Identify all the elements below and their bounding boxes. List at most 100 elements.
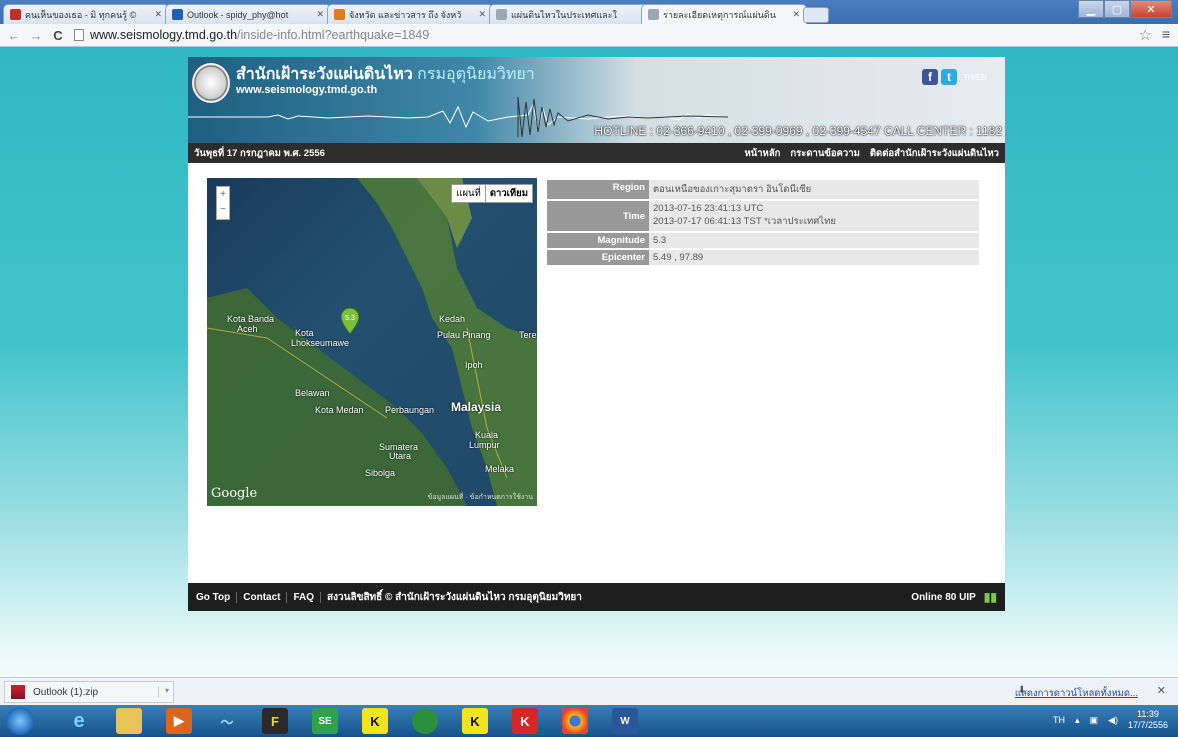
map-label: Aceh <box>237 324 258 334</box>
map-zoom-control[interactable]: + − <box>216 186 230 220</box>
seismic-app-icon[interactable]: 〜 <box>214 708 240 734</box>
chrome-menu-icon[interactable]: ≡ <box>1162 26 1170 42</box>
close-download-shelf-icon[interactable]: ✕ <box>1157 684 1166 697</box>
chrome-icon[interactable] <box>562 708 588 734</box>
system-tray: TH ▴ ▣ ◀) 11:39 17/7/2556 <box>1053 709 1168 731</box>
map-type-satellite-button[interactable]: ดาวเทียม <box>484 185 532 202</box>
show-all-downloads-link[interactable]: แสดงการดาวน์โหลดทั้งหมด... <box>1015 686 1138 701</box>
main-content: + − แผนที่ ดาวเทียม 5.3 Kota Banda Aceh K… <box>188 163 1005 583</box>
detail-label: Region <box>547 180 649 199</box>
map-label-country: Malaysia <box>451 400 502 414</box>
clock-time: 11:39 <box>1137 709 1159 719</box>
stats-icon[interactable]: ▮▮ <box>984 590 997 604</box>
seismograph-icon <box>496 9 507 20</box>
se-app-icon[interactable]: SE <box>312 708 338 734</box>
hotline-text: HOTLINE : 02-366-9410 , 02-399-0969 , 02… <box>594 124 1002 138</box>
map-label: Perbaungan <box>385 405 435 415</box>
map-label: Utara <box>389 451 412 461</box>
url-path: /inside-info.html?earthquake=1849 <box>237 28 430 42</box>
tab-5-active[interactable]: รายละเอียดเหตุการณ์แผ่นดิน ✕ <box>641 4 807 24</box>
internet-explorer-icon[interactable]: e <box>66 708 92 734</box>
browser-toolbar: ← → C www.seismology.tmd.go.th/inside-in… <box>0 24 1178 47</box>
detail-value: 5.49 , 97.89 <box>649 250 979 265</box>
tab-favicon-icon <box>334 9 345 20</box>
clock[interactable]: 11:39 17/7/2556 <box>1128 709 1168 731</box>
new-tab-button[interactable] <box>803 7 829 23</box>
seismograph-icon <box>648 9 659 20</box>
tab-close-icon[interactable]: ✕ <box>154 9 162 20</box>
footer-go-top-link[interactable]: Go Top <box>196 591 238 603</box>
word-icon[interactable]: W <box>612 708 638 734</box>
download-menu-icon[interactable]: ▾ <box>158 686 169 698</box>
reload-icon[interactable]: C <box>50 28 66 43</box>
download-item[interactable]: Outlook (1).zip ▾ <box>4 681 174 703</box>
detail-value: ตอนเหนือของเกาะสุมาตรา อินโดนีเซีย <box>649 180 979 199</box>
file-explorer-icon[interactable] <box>116 708 142 734</box>
url-host: www.seismology.tmd.go.th <box>90 28 238 42</box>
input-language[interactable]: TH <box>1053 715 1065 725</box>
department-name: กรมอุตุนิยมวิทยา <box>417 66 535 83</box>
map-terms[interactable]: ข้อมูลแผนที่ · ข้อกำหนดการใช้งาน <box>428 492 533 503</box>
media-player-icon[interactable]: ▶ <box>166 708 192 734</box>
tab-title: คนเห็นของเธอ - มิ ทุกคนรู้ © <box>25 9 137 20</box>
tab-3[interactable]: จังหวัด และข่าวสาร ถึง จังหวั ✕ <box>327 4 493 24</box>
bookmark-star-icon[interactable]: ☆ <box>1139 26 1152 44</box>
tab-title: แผ่นดินไหวในประเทศและใ <box>511 9 617 20</box>
start-button[interactable] <box>6 707 34 735</box>
detail-row-magnitude: Magnitude 5.3 <box>547 233 979 248</box>
tab-close-icon[interactable]: ✕ <box>316 9 324 20</box>
map-label: Belawan <box>295 388 330 398</box>
maximize-button[interactable]: ▢ <box>1104 0 1130 18</box>
address-bar[interactable]: www.seismology.tmd.go.th/inside-info.htm… <box>74 28 429 42</box>
tab-title: Outlook - spidy_phy@hot <box>187 9 289 20</box>
tab-close-icon[interactable]: ✕ <box>478 9 486 20</box>
back-icon[interactable]: ← <box>6 28 22 43</box>
google-logo[interactable]: Google <box>211 486 257 501</box>
k-app-icon[interactable]: K <box>362 708 388 734</box>
tab-title: รายละเอียดเหตุการณ์แผ่นดิน <box>663 9 776 20</box>
twitter-icon[interactable]: t <box>941 69 957 85</box>
app-icon[interactable]: F <box>262 708 288 734</box>
social-links: f t <box>922 69 957 85</box>
detail-label: Magnitude <box>547 233 649 248</box>
site-footer: Go Top Contact FAQ สงวนลิขสิทธิ์ © สำนัก… <box>188 583 1005 611</box>
current-date: วันพุธที่ 17 กรกฎาคม พ.ศ. 2556 <box>194 147 325 159</box>
download-shelf: Outlook (1).zip ▾ ⬇ แสดงการดาวน์โหลดทั้ง… <box>0 677 1178 706</box>
tray-arrow-icon[interactable]: ▴ <box>1075 715 1080 726</box>
app-icon[interactable] <box>412 708 438 734</box>
k-red-app-icon[interactable]: K <box>512 708 538 734</box>
network-icon[interactable]: ▣ <box>1090 715 1099 726</box>
facebook-icon[interactable]: f <box>922 69 938 85</box>
site-container: สำนักเฝ้าระวังแผ่นดินไหว กรมอุตุนิยมวิทย… <box>188 57 1005 611</box>
footer-contact-link[interactable]: Contact <box>237 591 288 603</box>
close-window-button[interactable]: ✕ <box>1130 0 1172 18</box>
tab-2[interactable]: Outlook - spidy_phy@hot ✕ <box>165 4 331 24</box>
map-landmass <box>207 178 537 506</box>
nav-contact[interactable]: ติดต่อสำนักเฝ้าระวังแผ่นดินไหว <box>870 146 999 161</box>
nav-home[interactable]: หน้าหลัก <box>744 146 780 161</box>
detail-row-time: Time 2013-07-16 23:41:13 UTC 2013-07-17 0… <box>547 201 979 231</box>
minimize-button[interactable]: ▁ <box>1078 0 1104 18</box>
map-type-map-button[interactable]: แผนที่ <box>452 185 484 202</box>
tab-4[interactable]: แผ่นดินไหวในประเทศและใ ✕ <box>489 4 655 24</box>
earthquake-details: Region ตอนเหนือของเกาะสุมาตรา อินโดนีเซี… <box>547 178 979 267</box>
site-url: www.seismology.tmd.go.th <box>236 84 378 96</box>
map-label: Melaka <box>485 464 515 474</box>
map-label: Tere <box>519 330 537 340</box>
forward-icon[interactable]: → <box>28 28 44 43</box>
volume-icon[interactable]: ◀) <box>1108 715 1118 726</box>
epicenter-marker-icon[interactable]: 5.3 <box>341 308 359 334</box>
nav-webboard[interactable]: กระดานข้อความ <box>790 146 859 161</box>
tab-1[interactable]: คนเห็นของเธอ - มิ ทุกคนรู้ © ✕ <box>3 4 169 24</box>
time-local: 2013-07-17 06:41:13 TST *เวลาประเทศไทย <box>653 216 836 227</box>
k-app-icon[interactable]: K <box>462 708 488 734</box>
earthquake-map[interactable]: + − แผนที่ ดาวเทียม 5.3 Kota Banda Aceh K… <box>207 178 537 506</box>
tab-close-icon[interactable]: ✕ <box>792 9 800 20</box>
detail-value: 5.3 <box>649 233 979 248</box>
footer-faq-link[interactable]: FAQ <box>287 591 322 603</box>
window-controls: ▁ ▢ ✕ <box>1078 0 1172 18</box>
language-switch[interactable]: TH/EN <box>963 73 987 82</box>
detail-label: Time <box>547 201 649 231</box>
browser-tab-strip: คนเห็นของเธอ - มิ ทุกคนรู้ © ✕ Outlook -… <box>0 0 1178 24</box>
online-unit: UIP <box>959 591 976 603</box>
